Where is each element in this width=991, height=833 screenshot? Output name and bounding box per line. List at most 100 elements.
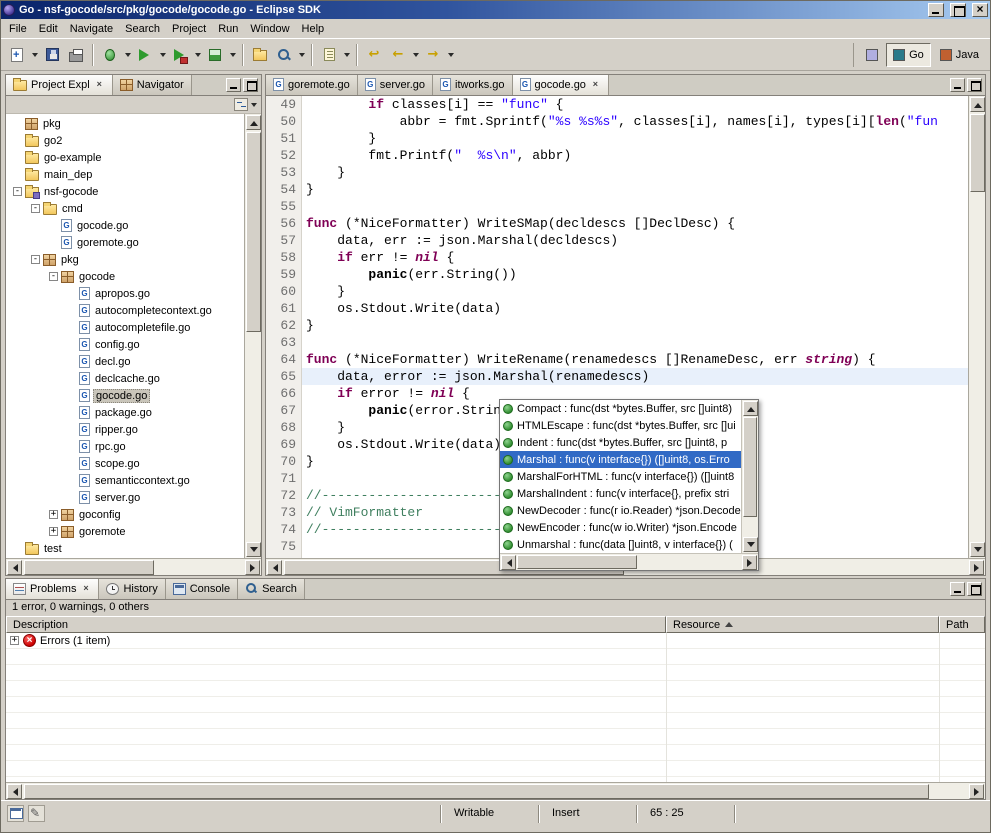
column-header-path[interactable]: Path bbox=[939, 616, 985, 633]
tree-item-gocode[interactable]: -gocode bbox=[6, 268, 244, 285]
view-tab-history[interactable]: History bbox=[99, 578, 165, 599]
back-dropdown-button[interactable] bbox=[410, 43, 421, 67]
tree-item-declcache-go[interactable]: declcache.go bbox=[6, 370, 244, 387]
popup-vertical-scrollbar[interactable] bbox=[741, 400, 758, 553]
editor-tab-itworks-go[interactable]: itworks.go bbox=[433, 74, 513, 95]
editor-vertical-scrollbar[interactable] bbox=[968, 96, 985, 558]
annotations-dropdown-button[interactable] bbox=[341, 43, 352, 67]
close-icon[interactable] bbox=[94, 79, 105, 90]
save-button[interactable] bbox=[40, 43, 64, 67]
view-tab-navigator[interactable]: Navigator bbox=[113, 74, 192, 95]
collapse-icon[interactable]: - bbox=[13, 187, 22, 196]
forward-dropdown-button[interactable] bbox=[445, 43, 456, 67]
column-header-description[interactable]: Description bbox=[6, 616, 666, 633]
scroll-up-icon[interactable] bbox=[743, 401, 758, 416]
tree-item-decl-go[interactable]: decl.go bbox=[6, 353, 244, 370]
scrollbar-thumb[interactable] bbox=[517, 555, 637, 569]
scroll-down-icon[interactable] bbox=[743, 537, 758, 552]
explorer-horizontal-scrollbar[interactable] bbox=[6, 558, 261, 575]
tree-item-pkg[interactable]: -pkg bbox=[6, 251, 244, 268]
scroll-right-icon[interactable] bbox=[969, 784, 984, 799]
problems-row[interactable]: +Errors (1 item) bbox=[6, 633, 985, 649]
tree-item-apropos-go[interactable]: apropos.go bbox=[6, 285, 244, 302]
completion-item[interactable]: Indent : func(dst *bytes.Buffer, src []u… bbox=[500, 434, 741, 451]
scroll-right-icon[interactable] bbox=[742, 555, 757, 570]
print-button[interactable] bbox=[64, 43, 88, 67]
menu-search[interactable]: Search bbox=[119, 21, 166, 37]
menu-help[interactable]: Help bbox=[296, 21, 331, 37]
search-dropdown-button[interactable] bbox=[296, 43, 307, 67]
completion-item[interactable]: Unmarshal : func(data []uint8, v interfa… bbox=[500, 536, 741, 553]
view-tab-console[interactable]: Console bbox=[166, 578, 238, 599]
tree-item-go2[interactable]: go2 bbox=[6, 132, 244, 149]
view-tab-problems[interactable]: Problems bbox=[6, 578, 99, 599]
code-line-63[interactable] bbox=[302, 334, 968, 351]
view-menu-icon[interactable] bbox=[251, 103, 257, 110]
tree-item-semanticcontext-go[interactable]: semanticcontext.go bbox=[6, 472, 244, 489]
minimize-view-button[interactable] bbox=[950, 78, 965, 92]
tree-item-go-example[interactable]: go-example bbox=[6, 149, 244, 166]
tree-item-pkg[interactable]: pkg bbox=[6, 115, 244, 132]
tree-item-goconfig[interactable]: +goconfig bbox=[6, 506, 244, 523]
popup-horizontal-scrollbar[interactable] bbox=[500, 553, 758, 570]
last-edit-button[interactable] bbox=[362, 43, 386, 67]
new-button[interactable] bbox=[5, 43, 29, 67]
code-line-65[interactable]: data, error := json.Marshal(renamedescs) bbox=[302, 368, 968, 385]
window-close-button[interactable] bbox=[972, 3, 988, 17]
coverage-dropdown-button[interactable] bbox=[227, 43, 238, 67]
maximize-view-button[interactable] bbox=[967, 582, 982, 596]
code-line-50[interactable]: abbr = fmt.Sprintf("%s %s%s", classes[i]… bbox=[302, 113, 968, 130]
tree-item-gocode-go[interactable]: gocode.go bbox=[6, 217, 244, 234]
expand-icon[interactable]: + bbox=[49, 510, 58, 519]
search-button[interactable] bbox=[272, 43, 296, 67]
column-header-resource[interactable]: Resource bbox=[666, 616, 939, 633]
debug-dropdown-button[interactable] bbox=[122, 43, 133, 67]
forward-button[interactable] bbox=[421, 43, 445, 67]
expand-icon[interactable]: + bbox=[10, 636, 19, 645]
debug-button[interactable] bbox=[98, 43, 122, 67]
scroll-down-icon[interactable] bbox=[246, 542, 261, 557]
tree-item-autocompletecontext-go[interactable]: autocompletecontext.go bbox=[6, 302, 244, 319]
maximize-view-button[interactable] bbox=[967, 78, 982, 92]
code-line-53[interactable]: } bbox=[302, 164, 968, 181]
collapse-all-icon[interactable] bbox=[234, 98, 248, 111]
problems-horizontal-scrollbar[interactable] bbox=[6, 782, 985, 799]
fast-view-icon[interactable] bbox=[7, 805, 24, 822]
scroll-left-icon[interactable] bbox=[7, 560, 22, 575]
code-line-57[interactable]: data, err := json.Marshal(decldescs) bbox=[302, 232, 968, 249]
tree-item-package-go[interactable]: package.go bbox=[6, 404, 244, 421]
menu-window[interactable]: Window bbox=[244, 21, 295, 37]
code-line-59[interactable]: panic(err.String()) bbox=[302, 266, 968, 283]
scrollbar-thumb[interactable] bbox=[970, 114, 985, 192]
tree-item-autocompletefile-go[interactable]: autocompletefile.go bbox=[6, 319, 244, 336]
collapse-icon[interactable]: - bbox=[31, 204, 40, 213]
scroll-left-icon[interactable] bbox=[267, 560, 282, 575]
tree-item-nsf-gocode[interactable]: -nsf-gocode bbox=[6, 183, 244, 200]
menu-project[interactable]: Project bbox=[166, 21, 212, 37]
run-button[interactable] bbox=[133, 43, 157, 67]
explorer-vertical-scrollbar[interactable] bbox=[244, 114, 261, 558]
scroll-right-icon[interactable] bbox=[969, 560, 984, 575]
menu-navigate[interactable]: Navigate bbox=[64, 21, 119, 37]
tree-item-goremote-go[interactable]: goremote.go bbox=[6, 234, 244, 251]
completion-item[interactable]: Compact : func(dst *bytes.Buffer, src []… bbox=[500, 400, 741, 417]
completion-item[interactable]: HTMLEscape : func(dst *bytes.Buffer, src… bbox=[500, 417, 741, 434]
tree-item-config-go[interactable]: config.go bbox=[6, 336, 244, 353]
tree-item-ripper-go[interactable]: ripper.go bbox=[6, 421, 244, 438]
editor-tab-goremote-go[interactable]: goremote.go bbox=[266, 74, 358, 95]
code-line-64[interactable]: func (*NiceFormatter) WriteRename(rename… bbox=[302, 351, 968, 368]
window-minimize-button[interactable] bbox=[928, 3, 944, 17]
completion-item[interactable]: NewDecoder : func(r io.Reader) *json.Dec… bbox=[500, 502, 741, 519]
menu-run[interactable]: Run bbox=[212, 21, 244, 37]
tree-item-scope-go[interactable]: scope.go bbox=[6, 455, 244, 472]
view-tab-project-expl[interactable]: Project Expl bbox=[6, 74, 113, 95]
back-button[interactable] bbox=[386, 43, 410, 67]
editor-tab-server-go[interactable]: server.go bbox=[358, 74, 433, 95]
tree-item-rpc-go[interactable]: rpc.go bbox=[6, 438, 244, 455]
completion-item[interactable]: Marshal : func(v interface{}) ([]uint8, … bbox=[500, 451, 741, 468]
completion-item[interactable]: MarshalIndent : func(v interface{}, pref… bbox=[500, 485, 741, 502]
annotations-button[interactable] bbox=[317, 43, 341, 67]
collapse-icon[interactable]: - bbox=[31, 255, 40, 264]
perspective-go-button[interactable]: Go bbox=[886, 43, 931, 67]
scroll-right-icon[interactable] bbox=[245, 560, 260, 575]
